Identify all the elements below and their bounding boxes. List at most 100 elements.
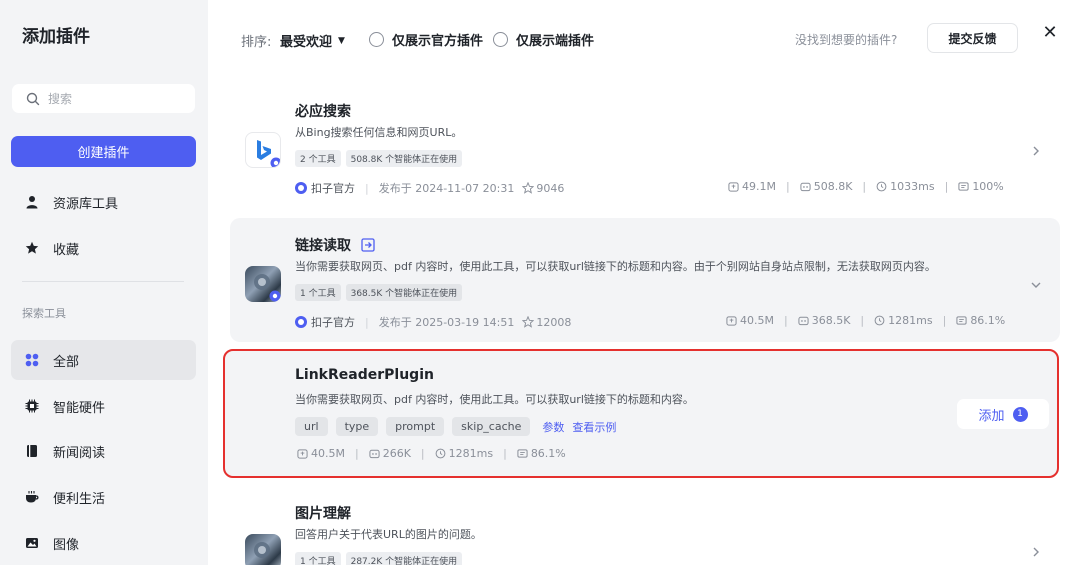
sidebar-item-all[interactable]: 全部 [11, 340, 196, 380]
sidebar-title: 添加插件 [22, 27, 90, 47]
plugin-card-link-reader[interactable]: 链接读取 当你需要获取网页、pdf 内容时，使用此工具，可以获取url链接下的标… [230, 218, 1060, 342]
sidebar-item-news-reading[interactable]: 新闻阅读 [11, 431, 196, 471]
chevron-right-icon[interactable] [1030, 546, 1042, 558]
search-box[interactable] [12, 84, 195, 113]
tool-count-tag: 2 个工具 [295, 150, 341, 167]
publish-date: 发布于 2024-11-07 20:31 [378, 182, 515, 195]
sidebar-item-image[interactable]: 图像 [11, 523, 196, 563]
filter-client-radio[interactable]: 仅展示端插件 [493, 30, 594, 49]
filter-client-label: 仅展示端插件 [516, 34, 595, 49]
sidebar-item-label: 收藏 [53, 242, 80, 258]
param-tag: prompt [386, 417, 445, 436]
plugin-title: 图片理解 [295, 506, 351, 522]
param-tag: type [335, 417, 379, 436]
sidebar-item-smart-hardware[interactable]: 智能硬件 [11, 386, 196, 426]
plugin-card-image-understanding[interactable]: 图片理解 回答用户关于代表URL的图片的问题。 1 个工具 287.2K 个智能… [230, 486, 1060, 565]
add-button[interactable]: 添加 1 [957, 399, 1049, 429]
hint-text: 没找到想要的插件? [795, 33, 898, 47]
bot-icon [800, 182, 811, 192]
param-tag: url [295, 417, 328, 436]
favorite-count[interactable]: 12008 [522, 316, 571, 329]
plugin-title: 必应搜索 [295, 104, 351, 120]
clock-icon [876, 181, 887, 192]
plugin-tags: 1 个工具 368.5K 个智能体正在使用 [295, 284, 463, 301]
search-icon [26, 92, 40, 105]
sidebar-item-label: 便利生活 [53, 491, 106, 507]
calls-icon [728, 182, 739, 192]
stat-value: 1281ms [448, 447, 494, 460]
chevron-down-icon[interactable] [1030, 279, 1042, 291]
star-count: 9046 [536, 181, 565, 195]
plugin-meta: 扣子官方 | 发布于 2024-11-07 20:31 9046 [295, 180, 564, 196]
star-icon [25, 241, 39, 255]
plugin-stats: 40.5M | 368.5K | 1281ms | 86.1% [726, 314, 1005, 327]
sidebar-item-favorites[interactable]: 收藏 [11, 228, 196, 268]
tool-params: url type prompt skip_cache 参数 查看示例 [295, 417, 616, 436]
meta-separator: | [365, 315, 369, 329]
bot-icon [369, 449, 380, 459]
bots-stat: 368.5K [798, 314, 851, 327]
tool-description: 当你需要获取网页、pdf 内容时，使用此工具。可以获取url链接下的标题和内容。 [295, 393, 694, 406]
stat-value: 368.5K [811, 314, 851, 327]
filter-official-radio[interactable]: 仅展示官方插件 [369, 30, 483, 49]
view-example-link[interactable]: 查看示例 [572, 419, 616, 435]
param-tag: skip_cache [452, 417, 531, 436]
feedback-button[interactable]: 提交反馈 [927, 23, 1018, 53]
plugin-stats: 49.1M | 508.8K | 1033ms | 100% [728, 180, 1004, 193]
person-icon [25, 195, 39, 209]
sidebar-item-label: 资源库工具 [53, 196, 119, 212]
latency-stat: 1281ms [874, 314, 933, 327]
success-icon [517, 449, 528, 458]
sidebar: 添加插件 创建插件 资源库工具 收藏 探索工具 全部 智能硬件 新闻阅读 便利生… [0, 0, 208, 565]
stat-separator: | [503, 447, 507, 460]
stat-value: 86.1% [530, 447, 566, 460]
chip-icon [25, 399, 39, 413]
add-button-label: 添加 [978, 408, 1005, 424]
clock-icon [435, 448, 446, 459]
success-rate-stat: 100% [958, 180, 1004, 193]
image-understanding-logo-icon [245, 534, 281, 565]
calls-stat: 40.5M [726, 314, 774, 327]
stat-separator: | [862, 180, 867, 193]
favorite-count[interactable]: 9046 [522, 182, 564, 195]
stat-separator: | [942, 314, 947, 327]
create-plugin-button[interactable]: 创建插件 [11, 136, 196, 167]
close-icon[interactable]: ✕ [1040, 22, 1060, 43]
sort-dropdown[interactable]: 最受欢迎 ▼ [280, 31, 345, 50]
sidebar-section-label: 探索工具 [22, 307, 66, 320]
plugin-card-bing[interactable]: 必应搜索 从Bing搜索任何信息和网页URL。 2 个工具 508.8K 个智能… [230, 84, 1060, 208]
sidebar-item-library-tools[interactable]: 资源库工具 [11, 182, 196, 222]
usage-tag: 368.5K 个智能体正在使用 [345, 284, 463, 301]
bing-logo-icon [245, 132, 281, 168]
bots-stat: 508.8K [800, 180, 853, 193]
stat-separator: | [783, 314, 788, 327]
chevron-right-icon[interactable] [1030, 145, 1042, 157]
bots-stat: 266K [369, 447, 411, 460]
open-link-icon[interactable] [361, 238, 375, 252]
sidebar-divider [22, 281, 184, 282]
book-icon [25, 444, 39, 458]
stat-value: 508.8K [813, 180, 853, 193]
success-rate-stat: 86.1% [956, 314, 1005, 327]
radio-circle [493, 32, 508, 47]
tool-card-link-reader-plugin[interactable]: LinkReaderPlugin 当你需要获取网页、pdf 内容时，使用此工具。… [223, 349, 1059, 478]
stat-separator: | [420, 447, 425, 460]
plugin-title: 链接读取 [295, 238, 351, 254]
params-link[interactable]: 参数 [542, 419, 564, 435]
official-badge: 扣子官方 [295, 314, 355, 330]
sidebar-item-label: 全部 [53, 354, 80, 370]
official-badge: 扣子官方 [295, 180, 355, 196]
sidebar-item-label: 新闻阅读 [53, 445, 106, 461]
sidebar-item-label: 图像 [53, 537, 80, 553]
star-outline-icon [522, 316, 535, 328]
stat-value: 49.1M [742, 180, 776, 193]
calls-stat: 40.5M [297, 447, 345, 460]
plugin-description: 当你需要获取网页、pdf 内容时，使用此工具，可以获取url链接下的标题和内容。… [295, 260, 936, 273]
calls-stat: 49.1M [728, 180, 776, 193]
official-icon [295, 182, 307, 194]
search-input[interactable] [48, 91, 188, 106]
sort-value: 最受欢迎 [280, 35, 333, 50]
meta-separator: | [365, 181, 369, 195]
stat-separator: | [860, 314, 865, 327]
sidebar-item-daily-life[interactable]: 便利生活 [11, 477, 196, 517]
